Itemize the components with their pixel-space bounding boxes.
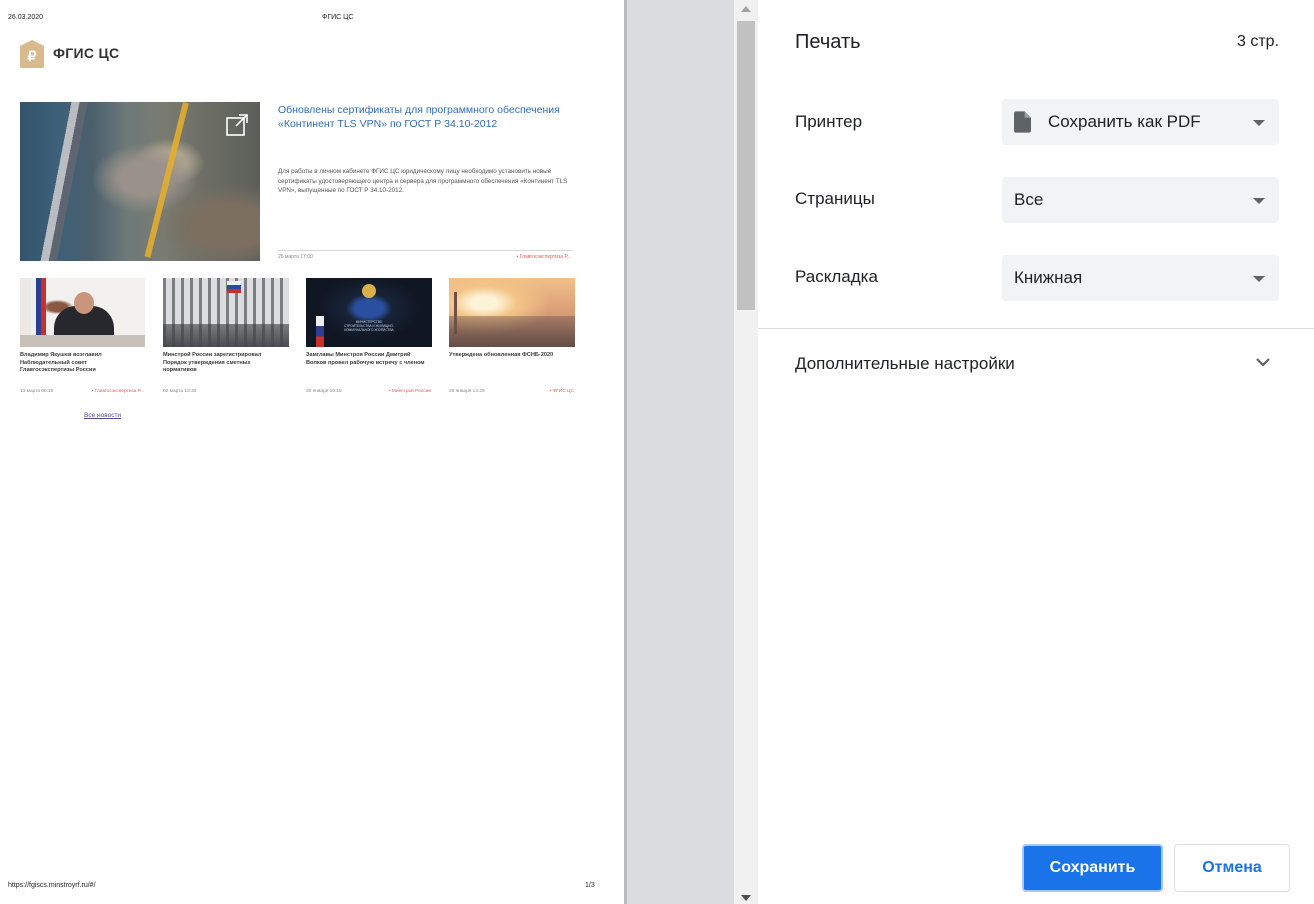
scroll-down-arrow-icon[interactable]	[741, 895, 751, 901]
printer-label: Принтер	[795, 112, 863, 131]
news-date: 02 марта 13:30	[163, 389, 197, 394]
scrollbar-thumb[interactable]	[737, 21, 755, 310]
layout-label: Раскладка	[795, 267, 878, 286]
external-link-icon	[226, 114, 248, 136]
hero-image	[20, 102, 260, 261]
pages-select[interactable]: Все	[1002, 177, 1279, 223]
chevron-down-icon	[1253, 276, 1265, 282]
more-settings-label: Дополнительные настройки	[795, 354, 1015, 373]
chevron-down-icon	[1256, 358, 1270, 367]
hero-title: Обновлены сертификаты для программного о…	[278, 104, 560, 130]
cancel-button[interactable]: Отмена	[1174, 844, 1290, 892]
pages-label: Страницы	[795, 189, 875, 208]
hero-text: Для работы в личном кабинете ФГИС ЦС юри…	[278, 168, 568, 195]
news-image: МИНИСТЕРСТВО СТРОИТЕЛЬСТВА И ЖИЛИЩНО-КОМ…	[306, 278, 432, 347]
site-name: ФГИС ЦС	[53, 45, 120, 61]
preview-header-title: ФГИС ЦС	[322, 14, 354, 21]
layout-value: Книжная	[1014, 268, 1083, 287]
page-count: 3 стр.	[1236, 33, 1279, 50]
svg-text:₽: ₽	[28, 48, 37, 64]
news-title: Утверждена обновленная ФСНБ-2020	[449, 352, 554, 358]
layout-select[interactable]: Книжная	[1002, 255, 1279, 301]
save-button[interactable]: Сохранить	[1022, 844, 1163, 892]
news-date: 29 января 14:29	[449, 389, 485, 394]
news-source: • ФГИС ЦС	[549, 389, 574, 394]
settings-divider	[758, 328, 1314, 329]
news-title: Замглавы Минстроя России Дмитрий Волков …	[306, 352, 425, 366]
preview-gutter	[624, 0, 737, 904]
news-title: Владимир Якушев возглавил Наблюдательный…	[20, 352, 102, 373]
all-news-link: Все новости	[84, 412, 122, 419]
preview-footer-url: https://fgiscs.minstroyrf.ru/#/	[8, 882, 96, 889]
scroll-up-arrow-icon[interactable]	[741, 6, 751, 12]
news-image	[449, 278, 575, 347]
preview-header-date: 26.03.2020	[8, 14, 44, 21]
news-date: 13 марта 08:16	[20, 389, 54, 394]
news-title: Минстрой России зарегистрировал Порядок …	[163, 352, 262, 373]
news-date: 30 января 10:18	[306, 389, 342, 394]
document-icon	[1014, 111, 1031, 133]
news-image-caption: МИНИСТЕРСТВО СТРОИТЕЛЬСТВА И ЖИЛИЩНО-КОМ…	[344, 320, 394, 332]
preview-scrollbar[interactable]	[734, 0, 758, 904]
hero-date: 26 марта 17:00	[278, 254, 313, 260]
more-settings-toggle[interactable]: Дополнительные настройки	[758, 342, 1314, 390]
printer-select[interactable]: Сохранить как PDF	[1002, 99, 1279, 145]
printer-value: Сохранить как PDF	[1048, 112, 1201, 131]
print-preview-page: 26.03.2020 ФГИС ЦС ₽ ФГИС ЦС Обновлены с…	[0, 0, 624, 904]
chevron-down-icon	[1253, 120, 1265, 126]
news-image	[163, 278, 289, 347]
pages-value: Все	[1014, 190, 1044, 209]
preview-footer-page: 1/3	[585, 882, 595, 889]
chevron-down-icon	[1253, 198, 1265, 204]
news-source: • Минстрой России	[388, 389, 431, 394]
site-logo: ₽	[20, 40, 44, 68]
hero-source: • Главгосэкспертиза Р...	[516, 254, 571, 260]
print-title: Печать	[795, 31, 861, 53]
print-settings-panel: Печать 3 стр. Принтер Сохранить как PDF …	[758, 0, 1314, 904]
news-image	[20, 278, 145, 347]
hero-divider	[278, 250, 573, 251]
news-source: • Главгосэкспертиза Р...	[91, 389, 144, 394]
